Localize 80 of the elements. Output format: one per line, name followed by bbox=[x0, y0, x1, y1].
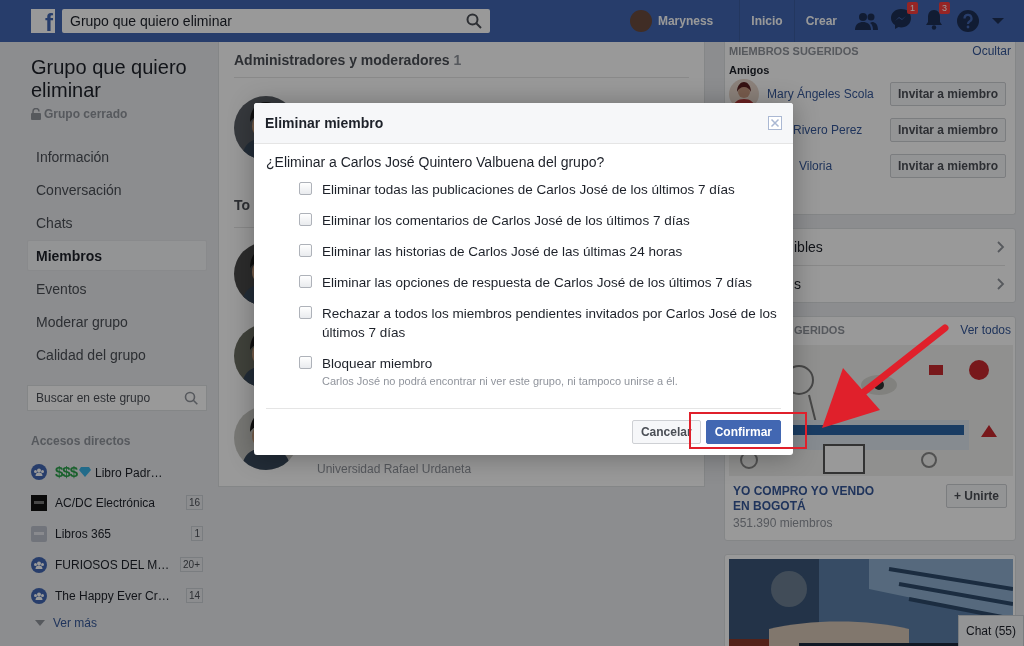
invite-button[interactable]: Invitar a miembro bbox=[890, 154, 1007, 178]
chevron-icon bbox=[997, 241, 1005, 253]
group-icon bbox=[31, 463, 47, 480]
checkbox-label: Rechazar a todos los miembros pendientes invitados por Carlos José de los últimos 7 días bbox=[322, 305, 778, 342]
search-field[interactable]: Grupo que quiero eliminar bbox=[70, 13, 466, 29]
chevron-icon bbox=[997, 278, 1005, 290]
checkbox[interactable] bbox=[299, 182, 312, 195]
dialog-question: ¿Eliminar a Carlos José Quintero Valbuena del grupo? bbox=[266, 154, 606, 170]
shortcut-link[interactable]: FURIOSOS DEL M… bbox=[55, 557, 181, 572]
shortcut-link[interactable]: AC/DC Electrónica bbox=[55, 495, 186, 510]
menu-link[interactable]: s bbox=[794, 276, 801, 292]
dialog-title: Eliminar miembro bbox=[265, 115, 384, 131]
checkbox[interactable] bbox=[299, 213, 312, 226]
group-icon bbox=[31, 556, 47, 573]
member-count: 351.390 miembros bbox=[733, 516, 834, 530]
section-heading: Administradores y moderadores bbox=[234, 51, 450, 68]
checkbox[interactable] bbox=[299, 244, 312, 257]
shortcut-link[interactable]: Libros 365 bbox=[55, 526, 192, 541]
sidebar-item[interactable]: Calidad del grupo bbox=[27, 339, 207, 370]
count-badge: 20+ bbox=[180, 557, 203, 572]
search-icon[interactable] bbox=[466, 13, 482, 29]
subsection-title: Amigos bbox=[729, 64, 771, 76]
sidebar-item[interactable]: Eventos bbox=[27, 273, 207, 304]
confirm-button[interactable]: Confirmar bbox=[705, 420, 781, 444]
invite-button[interactable]: Invitar a miembro bbox=[890, 82, 1007, 106]
member-subtitle: Universidad Rafael Urdaneta bbox=[317, 462, 472, 476]
checkbox-label: Eliminar los comentarios de Carlos José de los últimos 7 días bbox=[322, 212, 690, 230]
sidebar-item[interactable]: Información bbox=[27, 141, 207, 172]
card-title: GERIDOS bbox=[794, 324, 845, 336]
checkbox-label: Bloquear miembro bbox=[322, 355, 434, 373]
checkbox[interactable] bbox=[299, 275, 312, 288]
see-all-link[interactable]: Ver todos bbox=[960, 323, 1011, 337]
profile-link[interactable]: Maryness bbox=[657, 14, 714, 28]
close-icon[interactable] bbox=[768, 116, 782, 130]
sidebar-item[interactable]: Conversación bbox=[27, 174, 207, 205]
caret-icon[interactable] bbox=[992, 17, 1004, 25]
search-field[interactable]: Grupo que quiero eliminar bbox=[62, 9, 490, 33]
checkbox-label: Eliminar las opciones de respuesta de Carlos José de los últimos 7 días bbox=[322, 274, 752, 292]
search-icon[interactable] bbox=[184, 391, 198, 405]
book-icon bbox=[31, 525, 47, 542]
search-field[interactable]: Buscar en este grupo bbox=[36, 391, 184, 405]
chat-tab[interactable]: Chat (55) bbox=[958, 615, 1024, 646]
member-count: 1 bbox=[453, 51, 462, 68]
notification-badge: 1 bbox=[907, 2, 918, 14]
checkbox-label: Eliminar todas las publicaciones de Carlos José de los últimos 7 días bbox=[322, 181, 735, 199]
shortcut-link[interactable]: $$$ Libro Padr… bbox=[55, 463, 207, 480]
bell-icon[interactable] bbox=[924, 8, 944, 30]
sidebar-item[interactable]: Chats bbox=[27, 207, 207, 238]
friends-icon[interactable] bbox=[854, 11, 878, 31]
lock-icon bbox=[31, 108, 41, 120]
logo[interactable]: f bbox=[31, 9, 55, 33]
shortcut-link[interactable]: The Happy Ever Cr… bbox=[55, 588, 186, 603]
search-field[interactable]: Buscar en este grupo bbox=[27, 385, 207, 411]
section-heading: To bbox=[234, 197, 252, 213]
group-name-link[interactable]: YO COMPRO YO VENDO EN BOGOTÁ bbox=[733, 484, 883, 514]
more-link[interactable]: Ver más bbox=[53, 616, 97, 630]
sidebar-item[interactable]: Miembros bbox=[27, 240, 207, 271]
notification-badge: 3 bbox=[939, 2, 950, 14]
menu-link[interactable]: ibles bbox=[794, 239, 823, 255]
hint-text: Carlos José no podrá encontrar ni ver este grupo, ni tampoco unirse a él. bbox=[322, 375, 678, 387]
sidebar-item[interactable]: Moderar grupo bbox=[27, 306, 207, 337]
group-title: Grupo que quiero eliminar bbox=[31, 56, 188, 102]
help-icon[interactable] bbox=[956, 9, 980, 33]
profile-link[interactable]: Mary Ángeles Scola bbox=[767, 86, 885, 102]
checkbox[interactable] bbox=[299, 306, 312, 319]
invite-button[interactable]: Invitar a miembro bbox=[890, 118, 1007, 142]
caret-icon bbox=[35, 620, 45, 626]
join-button[interactable]: + Unirte bbox=[946, 484, 1007, 508]
checkbox-label: Eliminar las historias de Carlos José de las últimas 24 horas bbox=[322, 243, 683, 261]
hide-link[interactable]: Ocultar bbox=[972, 44, 1011, 58]
count-badge: 14 bbox=[185, 588, 203, 603]
group-icon bbox=[31, 587, 47, 604]
avatar[interactable] bbox=[629, 10, 652, 32]
checkbox[interactable] bbox=[299, 356, 312, 369]
gem-icon bbox=[79, 467, 92, 477]
card-title: MIEMBROS SUGERIDOS bbox=[729, 45, 859, 57]
count-badge: 1 bbox=[191, 526, 203, 541]
messages-icon[interactable] bbox=[890, 8, 912, 30]
page-thumbnail bbox=[31, 494, 47, 511]
count-badge: 16 bbox=[185, 495, 203, 510]
